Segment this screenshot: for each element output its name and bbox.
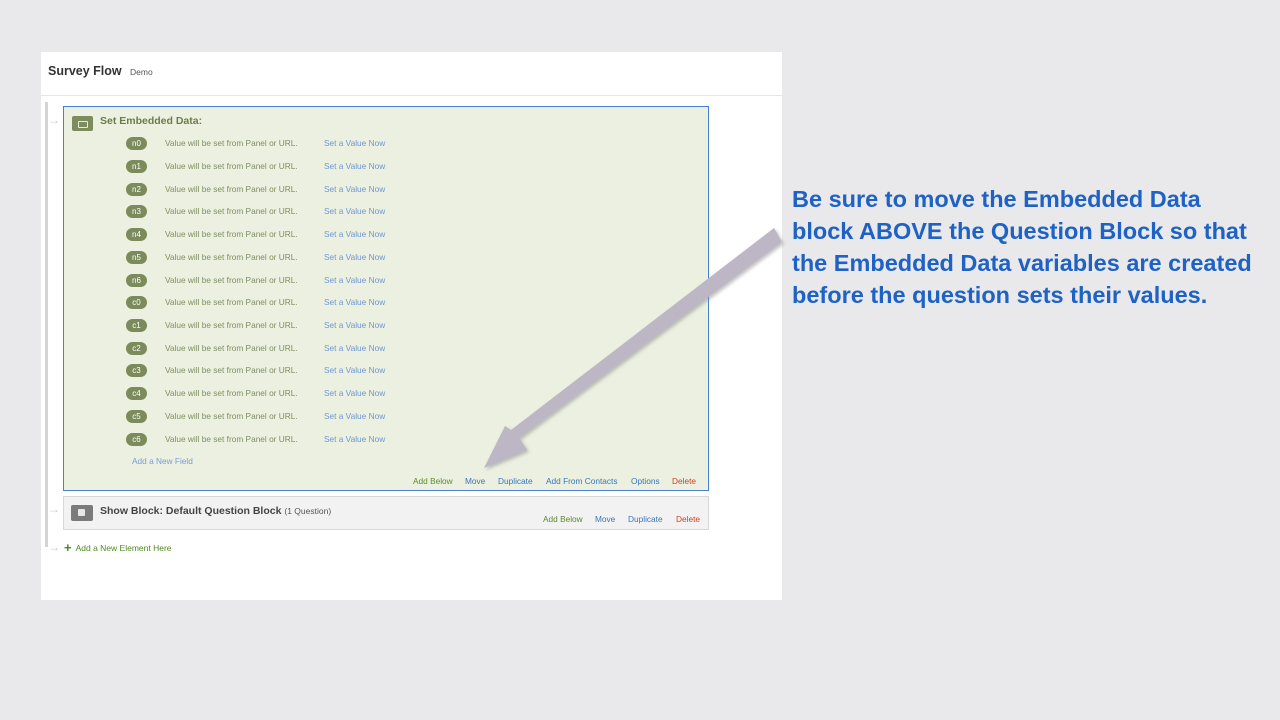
set-value-link[interactable]: Set a Value Now: [324, 411, 385, 421]
field-value-text: Value will be set from Panel or URL.: [165, 161, 298, 171]
flow-arrow-icon: →: [48, 113, 60, 127]
field-name-pill[interactable]: n1: [126, 160, 147, 173]
move-link[interactable]: Move: [465, 476, 485, 486]
question-block-icon: [71, 505, 93, 521]
field-value-text: Value will be set from Panel or URL.: [165, 184, 298, 194]
field-name-pill[interactable]: c1: [126, 319, 147, 332]
delete-link[interactable]: Delete: [672, 476, 696, 486]
field-value-text: Value will be set from Panel or URL.: [165, 320, 298, 330]
set-value-link[interactable]: Set a Value Now: [324, 275, 385, 285]
embedded-data-title: Set Embedded Data:: [100, 115, 203, 127]
set-value-link[interactable]: Set a Value Now: [324, 184, 385, 194]
field-value-text: Value will be set from Panel or URL.: [165, 138, 298, 148]
panel-header: Survey Flow Demo: [41, 52, 782, 96]
set-value-link[interactable]: Set a Value Now: [324, 229, 385, 239]
field-name-pill[interactable]: n2: [126, 183, 147, 196]
field-value-text: Value will be set from Panel or URL.: [165, 343, 298, 353]
delete-link[interactable]: Delete: [676, 514, 700, 524]
field-name-pill[interactable]: c4: [126, 387, 147, 400]
flow-rail: [45, 102, 48, 547]
annotation-text: Be sure to move the Embedded Data block …: [792, 186, 1252, 308]
set-value-link[interactable]: Set a Value Now: [324, 320, 385, 330]
show-block-title: Show Block: Default Question Block (1 Qu…: [100, 505, 331, 517]
flow-arrow-icon: →: [48, 540, 60, 554]
flow-arrow-icon: →: [48, 502, 60, 516]
field-name-pill[interactable]: n5: [126, 251, 147, 264]
duplicate-link[interactable]: Duplicate: [498, 476, 533, 486]
field-name-pill[interactable]: c3: [126, 364, 147, 377]
page-title: Survey Flow: [48, 64, 122, 78]
embedded-data-icon: [72, 116, 93, 131]
field-name-pill[interactable]: n0: [126, 137, 147, 150]
field-name-pill[interactable]: c2: [126, 342, 147, 355]
field-name-pill[interactable]: c6: [126, 433, 147, 446]
set-value-link[interactable]: Set a Value Now: [324, 388, 385, 398]
field-value-text: Value will be set from Panel or URL.: [165, 434, 298, 444]
field-value-text: Value will be set from Panel or URL.: [165, 411, 298, 421]
set-value-link[interactable]: Set a Value Now: [324, 138, 385, 148]
field-value-text: Value will be set from Panel or URL.: [165, 388, 298, 398]
field-name-pill[interactable]: c0: [126, 296, 147, 309]
set-value-link[interactable]: Set a Value Now: [324, 365, 385, 375]
survey-flow-panel: Survey Flow Demo → → → Set Embedded Data…: [41, 52, 782, 600]
survey-name: Demo: [130, 67, 153, 77]
plus-icon: +: [64, 540, 72, 555]
add-from-contacts-link[interactable]: Add From Contacts: [546, 476, 617, 486]
set-value-link[interactable]: Set a Value Now: [324, 161, 385, 171]
field-value-text: Value will be set from Panel or URL.: [165, 297, 298, 307]
field-value-text: Value will be set from Panel or URL.: [165, 229, 298, 239]
embedded-data-block[interactable]: Set Embedded Data: n0 Value will be set f…: [63, 106, 709, 491]
add-new-element-link[interactable]: + Add a New Element Here: [64, 540, 172, 555]
set-value-link[interactable]: Set a Value Now: [324, 297, 385, 307]
add-new-element-label: Add a New Element Here: [75, 543, 172, 553]
options-link[interactable]: Options: [631, 476, 660, 486]
add-below-link[interactable]: Add Below: [413, 476, 453, 486]
set-value-link[interactable]: Set a Value Now: [324, 343, 385, 353]
field-value-text: Value will be set from Panel or URL.: [165, 252, 298, 262]
add-below-link[interactable]: Add Below: [543, 514, 583, 524]
move-link[interactable]: Move: [595, 514, 615, 524]
field-value-text: Value will be set from Panel or URL.: [165, 206, 298, 216]
add-new-field-link[interactable]: Add a New Field: [132, 456, 193, 466]
field-value-text: Value will be set from Panel or URL.: [165, 365, 298, 375]
duplicate-link[interactable]: Duplicate: [628, 514, 663, 524]
field-name-pill[interactable]: c5: [126, 410, 147, 423]
set-value-link[interactable]: Set a Value Now: [324, 434, 385, 444]
field-name-pill[interactable]: n6: [126, 274, 147, 287]
set-value-link[interactable]: Set a Value Now: [324, 252, 385, 262]
set-value-link[interactable]: Set a Value Now: [324, 206, 385, 216]
field-name-pill[interactable]: n3: [126, 205, 147, 218]
field-value-text: Value will be set from Panel or URL.: [165, 275, 298, 285]
field-name-pill[interactable]: n4: [126, 228, 147, 241]
show-block-name: Show Block: Default Question Block: [100, 505, 282, 517]
question-count: (1 Question): [284, 506, 332, 516]
show-block[interactable]: Show Block: Default Question Block (1 Qu…: [63, 496, 709, 530]
